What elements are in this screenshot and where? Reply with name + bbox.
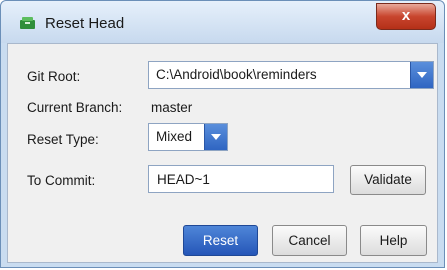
close-button[interactable]: x bbox=[376, 3, 436, 30]
reset-type-value: Mixed bbox=[156, 129, 193, 144]
dialog-title: Reset Head bbox=[45, 15, 125, 32]
git-root-label: Git Root: bbox=[27, 69, 81, 84]
to-commit-label: To Commit: bbox=[27, 173, 96, 188]
cancel-button[interactable]: Cancel bbox=[272, 225, 347, 256]
current-branch-label: Current Branch: bbox=[27, 100, 123, 115]
close-icon: x bbox=[401, 7, 411, 24]
reset-button[interactable]: Reset bbox=[183, 225, 258, 256]
title-bar[interactable]: Reset Head x bbox=[1, 1, 444, 43]
dialog-window: Reset Head x Git Root: C:\Android\book\r… bbox=[0, 0, 445, 268]
chevron-down-icon[interactable] bbox=[204, 124, 227, 150]
validate-button[interactable]: Validate bbox=[350, 165, 426, 195]
git-root-combo[interactable]: C:\Android\book\reminders bbox=[148, 61, 434, 89]
help-button[interactable]: Help bbox=[360, 225, 427, 256]
cancel-button-label: Cancel bbox=[288, 233, 331, 248]
reset-button-label: Reset bbox=[202, 233, 239, 248]
git-root-value: C:\Android\book\reminders bbox=[156, 67, 317, 82]
to-commit-input[interactable] bbox=[148, 165, 334, 193]
dialog-body: Git Root: C:\Android\book\reminders Curr… bbox=[7, 43, 438, 263]
git-reset-icon bbox=[20, 17, 35, 29]
help-button-label: Help bbox=[379, 233, 408, 248]
reset-type-label: Reset Type: bbox=[27, 132, 99, 147]
validate-button-label: Validate bbox=[364, 172, 412, 187]
current-branch-value: master bbox=[151, 100, 193, 115]
reset-type-combo[interactable]: Mixed bbox=[148, 123, 228, 151]
chevron-down-icon[interactable] bbox=[410, 62, 433, 88]
